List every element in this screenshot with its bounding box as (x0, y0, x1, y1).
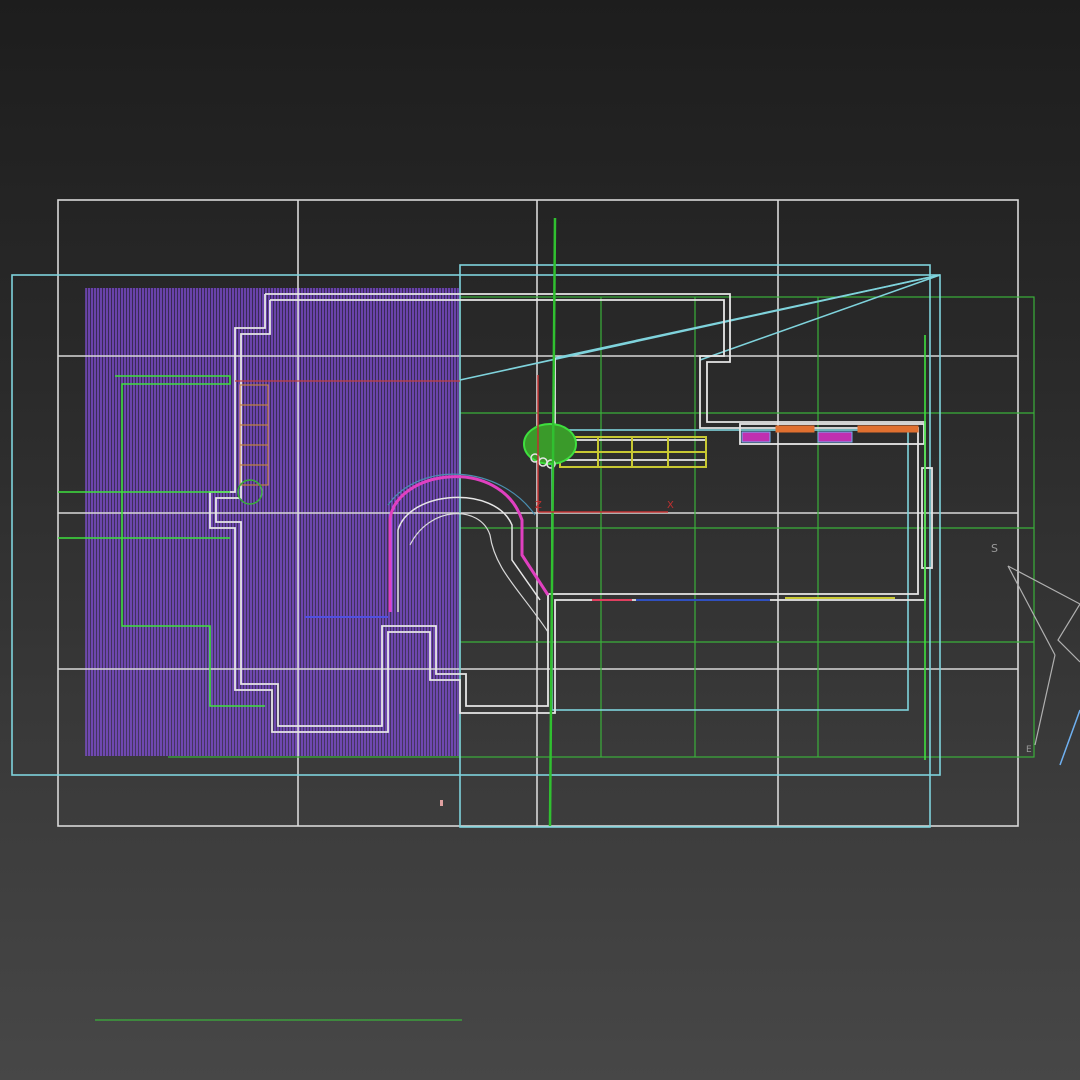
cabinet-block[interactable] (775, 425, 815, 433)
kitchen-wall[interactable] (554, 358, 707, 461)
camera-object[interactable]: S E (991, 542, 1080, 766)
cabinet-block[interactable] (857, 425, 919, 433)
axis-z-label: Z (535, 500, 542, 511)
small-marker (440, 800, 443, 806)
cyan-diagonal-line (699, 274, 941, 361)
camera-start-label: S (991, 542, 998, 555)
cabinet-block[interactable] (817, 431, 853, 443)
wireframe-scene[interactable]: X Z S E (0, 0, 1080, 1080)
camera-frustum-line (1034, 654, 1056, 746)
axis-x-label: X (667, 500, 674, 511)
cabinet-block[interactable] (741, 431, 771, 443)
camera-end-label: E (1026, 745, 1032, 755)
round-table[interactable] (523, 423, 577, 469)
axis-y-line (548, 217, 557, 827)
cyan-inner-outline[interactable] (551, 429, 909, 711)
green-grid-border (459, 296, 1035, 758)
viewport-top[interactable]: X Z S E (0, 0, 1080, 1080)
cyan-diagonal-line (554, 274, 941, 359)
axis-tripod: X Z (535, 217, 674, 827)
round-table-top[interactable] (523, 423, 577, 465)
camera-target-line (1059, 709, 1080, 766)
yellow-railing[interactable] (559, 436, 707, 468)
